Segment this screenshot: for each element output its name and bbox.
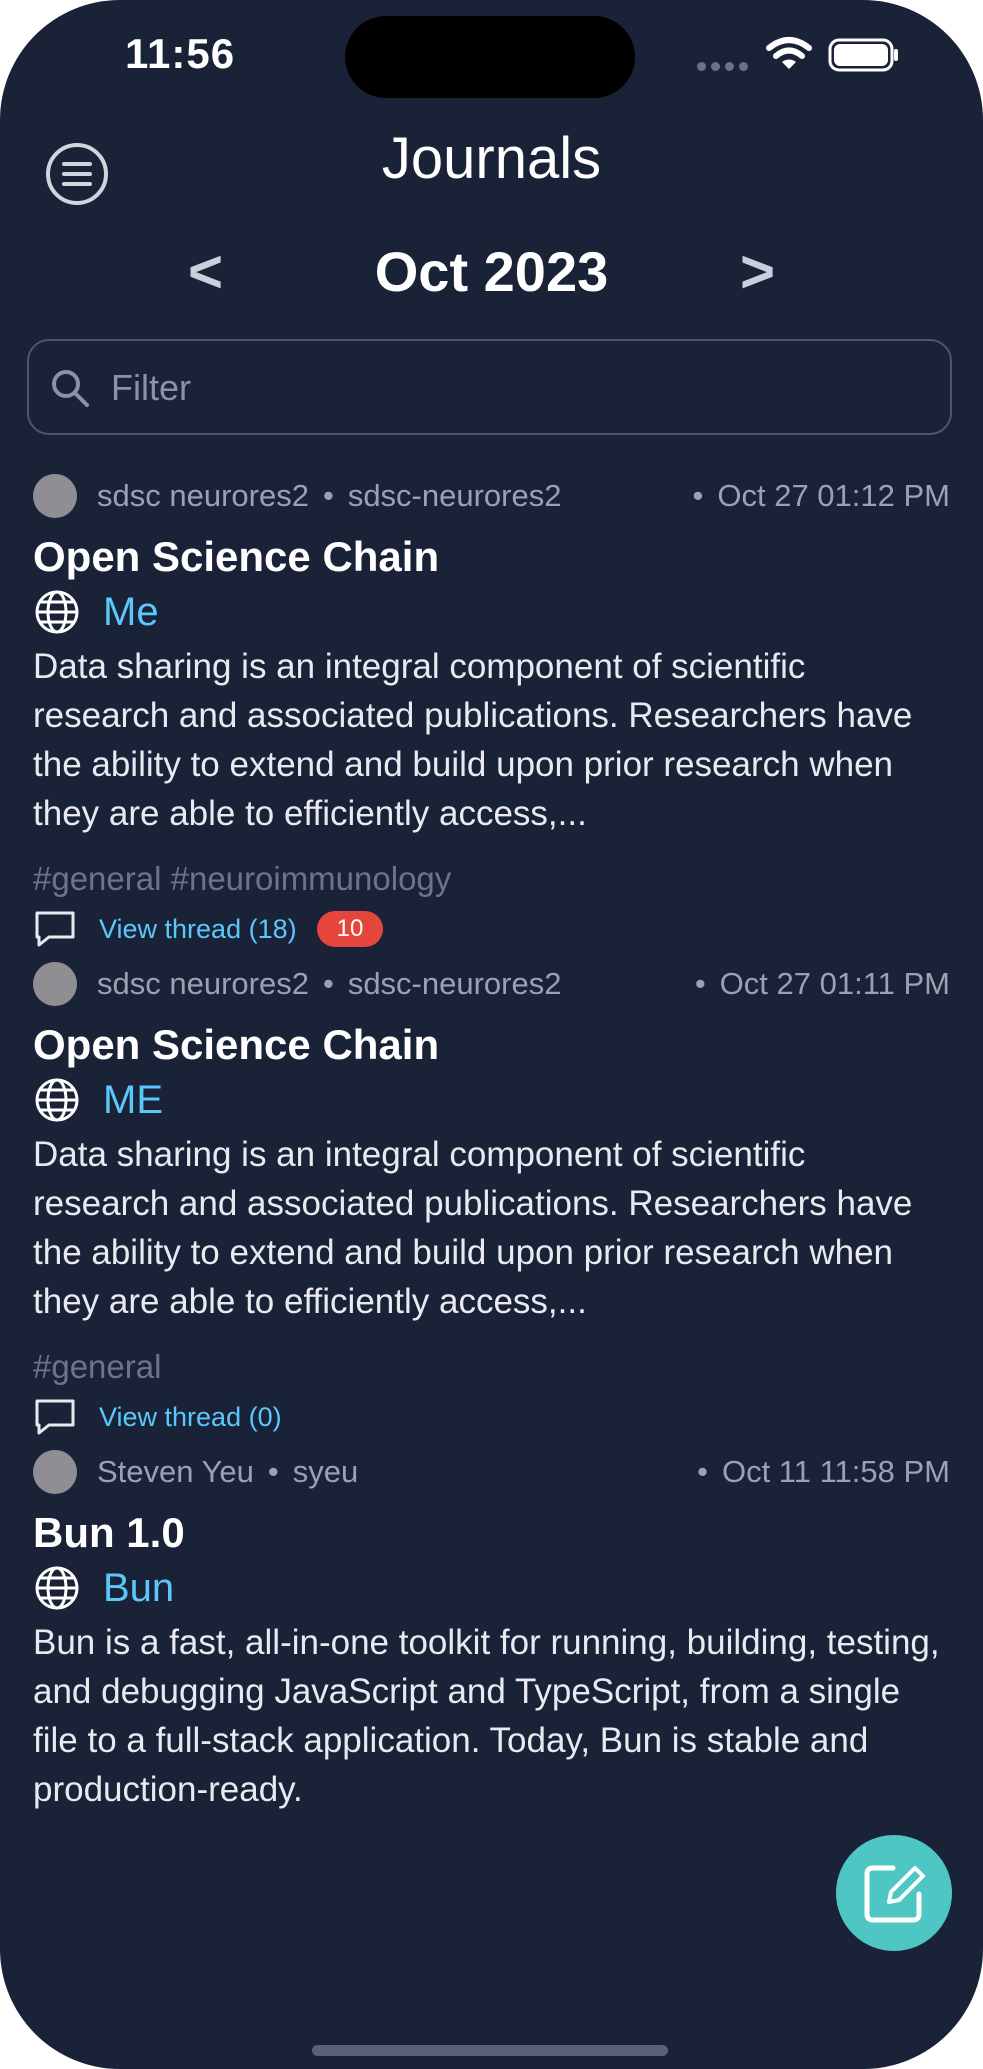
page-title: Journals bbox=[381, 126, 602, 191]
post-title[interactable]: Bun 1.0 bbox=[33, 1506, 950, 1560]
post-author[interactable]: sdsc neurores2 bbox=[97, 478, 309, 514]
globe-icon bbox=[35, 1566, 79, 1610]
post-date: Oct 27 01:11 PM bbox=[719, 966, 950, 1001]
current-month-label: Oct 2023 bbox=[374, 240, 609, 303]
post-author[interactable]: Steven Yeu bbox=[97, 1454, 254, 1490]
post-meta: sdsc neurores2 • sdsc-neurores2 • Oct 27… bbox=[33, 954, 950, 1014]
audience-label: Bun bbox=[103, 1565, 175, 1610]
post-meta: Steven Yeu • syeu • Oct 11 11:58 PM bbox=[33, 1442, 950, 1502]
compose-button[interactable] bbox=[836, 1835, 952, 1951]
unread-count-badge: 10 bbox=[316, 911, 384, 947]
journal-post[interactable]: sdsc neurores2 • sdsc-neurores2 • Oct 27… bbox=[0, 466, 983, 954]
compose-icon bbox=[864, 1865, 925, 1923]
globe-icon bbox=[35, 590, 79, 634]
separator-dot: • bbox=[692, 478, 704, 513]
journal-post[interactable]: sdsc neurores2 • sdsc-neurores2 • Oct 27… bbox=[0, 954, 983, 1442]
post-handle[interactable]: sdsc-neurores2 bbox=[348, 966, 562, 1002]
post-meta: sdsc neurores2 • sdsc-neurores2 • Oct 27… bbox=[33, 466, 950, 526]
phone-screen: 11:56 Journals < Oct 2023 > Filter sdsc … bbox=[0, 0, 983, 2069]
post-body: Data sharing is an integral component of… bbox=[33, 647, 913, 833]
separator-dot: • bbox=[267, 1454, 279, 1489]
avatar[interactable] bbox=[33, 474, 77, 518]
separator-dot: • bbox=[697, 1454, 708, 1489]
post-handle[interactable]: syeu bbox=[293, 1454, 358, 1490]
post-title[interactable]: Open Science Chain bbox=[33, 1018, 950, 1072]
journal-post[interactable]: Steven Yeu • syeu • Oct 11 11:58 PM Bun … bbox=[0, 1442, 983, 1814]
thread-row: View thread (18) 10 bbox=[33, 904, 950, 954]
filter-input[interactable] bbox=[109, 359, 933, 417]
post-handle[interactable]: sdsc-neurores2 bbox=[348, 478, 562, 514]
thread-row: View thread (0) bbox=[33, 1392, 950, 1442]
avatar[interactable] bbox=[33, 1450, 77, 1494]
post-date: Oct 27 01:12 PM bbox=[717, 478, 950, 513]
post-date: Oct 11 11:58 PM bbox=[721, 1454, 950, 1489]
separator-dot: • bbox=[322, 478, 334, 513]
journal-feed[interactable]: sdsc neurores2 • sdsc-neurores2 • Oct 27… bbox=[0, 466, 983, 1986]
post-body: Data sharing is an integral component of… bbox=[33, 1135, 913, 1321]
separator-dot: • bbox=[322, 966, 334, 1001]
month-navigator: < Oct 2023 > bbox=[0, 232, 983, 312]
post-audience: ME bbox=[33, 1072, 950, 1128]
view-thread-link[interactable]: View thread (0) bbox=[99, 1402, 282, 1433]
avatar[interactable] bbox=[33, 962, 77, 1006]
status-time: 11:56 bbox=[125, 30, 236, 77]
dynamic-island bbox=[345, 16, 635, 98]
audience-label: ME bbox=[103, 1077, 163, 1122]
post-tags[interactable]: #general #neuroimmunology bbox=[33, 854, 950, 904]
post-title[interactable]: Open Science Chain bbox=[33, 530, 950, 584]
post-tags[interactable]: #general bbox=[33, 1342, 950, 1392]
audience-label: Me bbox=[103, 589, 159, 634]
comment-bubble-icon bbox=[35, 911, 75, 947]
wifi-icon bbox=[766, 37, 812, 69]
battery-icon bbox=[828, 38, 898, 72]
globe-icon bbox=[35, 1078, 79, 1122]
post-author[interactable]: sdsc neurores2 bbox=[97, 966, 309, 1002]
search-icon bbox=[52, 370, 89, 407]
view-thread-link[interactable]: View thread (18) bbox=[99, 914, 297, 945]
separator-dot: • bbox=[694, 966, 706, 1001]
comment-bubble-icon bbox=[35, 1399, 75, 1435]
post-body: Bun is a fast, all-in-one toolkit for ru… bbox=[33, 1623, 940, 1809]
post-audience: Me bbox=[33, 584, 950, 640]
filter-search-box[interactable] bbox=[27, 339, 952, 435]
next-month-button[interactable]: > bbox=[740, 232, 775, 312]
status-bar: 11:56 bbox=[0, 0, 983, 110]
post-audience: Bun bbox=[33, 1560, 950, 1616]
cellular-signal-icon bbox=[697, 58, 753, 76]
home-indicator[interactable] bbox=[312, 2045, 668, 2056]
